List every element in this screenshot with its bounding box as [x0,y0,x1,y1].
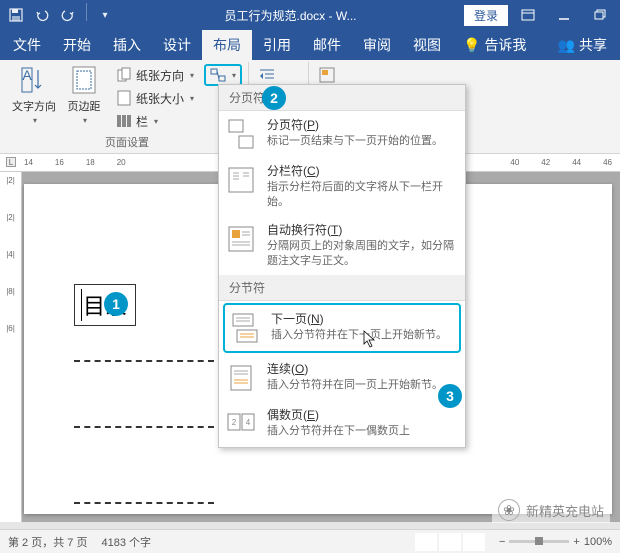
login-button[interactable]: 登录 [464,5,508,26]
status-bar: 第 2 页，共 7 页 4183 个字 − + 100% [0,529,620,553]
qat-customize-icon[interactable]: ▾ [93,3,117,27]
svg-text:A: A [22,67,32,83]
page-setup-group: A 文字方向▾ 页边距▾ 纸张方向▾ 纸张大小▾ 栏▾ [6,62,249,153]
columns-button[interactable]: 栏▾ [112,110,198,132]
zoom-in-icon[interactable]: + [573,536,579,548]
tab-layout[interactable]: 布局 [202,30,252,60]
share-icon: 👥 [558,37,575,54]
undo-icon[interactable] [30,3,54,27]
next-page-icon [227,310,263,346]
group-label: 页面设置 [12,132,242,152]
ribbon-tabs: 文件 开始 插入 设计 布局 引用 邮件 审阅 视图 💡告诉我 👥共享 [0,30,620,60]
watermark: ❀ 新精英充电站 [492,497,610,523]
margins-icon [68,64,100,96]
tab-view[interactable]: 视图 [402,30,452,60]
zoom-out-icon[interactable]: − [499,536,505,548]
zoom-level[interactable]: 100% [584,536,612,548]
breaks-icon [210,67,226,83]
section-header: 分页符 [219,85,465,111]
document-title: 员工行为规范.docx - W... [117,7,464,24]
minimize-icon[interactable] [548,3,580,27]
continuous-section-break-item[interactable]: 连续(O)插入分节符并在同一页上开始新节。 [219,355,465,401]
page-break-icon [223,116,259,152]
tab-insert[interactable]: 插入 [102,30,152,60]
zoom-control[interactable]: − + 100% [499,536,612,548]
read-mode-button[interactable] [415,533,437,551]
title-bar: ▾ 员工行为规范.docx - W... 登录 [0,0,620,30]
text-direction-button[interactable]: A 文字方向▾ [12,64,56,125]
text-direction-icon: A [18,64,50,96]
tell-me[interactable]: 💡告诉我 [452,30,537,60]
ribbon-display-icon[interactable] [512,3,544,27]
even-page-section-break-item[interactable]: 24 偶数页(E)插入分节符并在下一偶数页上 [219,401,465,447]
tab-design[interactable]: 设计 [152,30,202,60]
callout-3: 3 [438,384,462,408]
next-page-section-break-item[interactable]: 下一页(N)插入分节符并在下一页上开始新节。 [223,303,461,353]
tab-home[interactable]: 开始 [52,30,102,60]
lightbulb-icon: 💡 [463,37,480,54]
svg-text:2: 2 [232,418,237,427]
tab-file[interactable]: 文件 [2,30,52,60]
tab-review[interactable]: 审阅 [352,30,402,60]
orientation-button[interactable]: 纸张方向▾ [112,64,198,86]
cursor-icon [363,330,377,348]
ruler-tab-stop-icon[interactable]: L [6,157,16,167]
callout-1: 1 [104,292,128,316]
callout-2: 2 [262,86,286,110]
continuous-icon [223,360,259,396]
indent-left-button[interactable] [255,64,279,86]
svg-text:4: 4 [246,418,251,427]
web-layout-button[interactable] [463,533,485,551]
margins-button[interactable]: 页边距▾ [62,64,106,125]
save-icon[interactable] [4,3,28,27]
zoom-slider[interactable] [509,540,569,543]
size-button[interactable]: 纸张大小▾ [112,87,198,109]
column-break-icon [223,162,259,198]
position-button[interactable] [315,64,339,86]
page-indicator[interactable]: 第 2 页，共 7 页 [8,534,87,550]
print-layout-button[interactable] [439,533,461,551]
word-count[interactable]: 4183 个字 [101,534,151,550]
restore-icon[interactable] [584,3,616,27]
orientation-icon [116,67,132,83]
quick-access-toolbar: ▾ [4,3,117,27]
indent-left-icon [259,67,275,83]
column-break-item[interactable]: 分栏符(C)指示分栏符后面的文字将从下一栏开始。 [219,157,465,216]
breaks-dropdown: 分页符 分页符(P)标记一页结束与下一页开始的位置。 分栏符(C)指示分栏符后面… [218,84,466,448]
text-wrapping-break-item[interactable]: 自动换行符(T)分隔网页上的对象周围的文字，如分隔题注文字与正文。 [219,216,465,275]
columns-icon [116,113,132,129]
breaks-button[interactable]: ▾ [204,64,242,86]
tab-mailings[interactable]: 邮件 [302,30,352,60]
view-buttons [415,533,485,551]
text-wrapping-icon [223,221,259,257]
share-button[interactable]: 👥共享 [547,30,618,60]
position-icon [319,67,335,83]
page-size-icon [116,90,132,106]
page-break-item[interactable]: 分页符(P)标记一页结束与下一页开始的位置。 [219,111,465,157]
even-page-icon: 24 [223,406,259,442]
redo-icon[interactable] [56,3,80,27]
wechat-icon: ❀ [498,499,520,521]
vertical-ruler: |2||2||4||8||6| [0,172,22,522]
section-header: 分节符 [219,275,465,301]
tab-references[interactable]: 引用 [252,30,302,60]
